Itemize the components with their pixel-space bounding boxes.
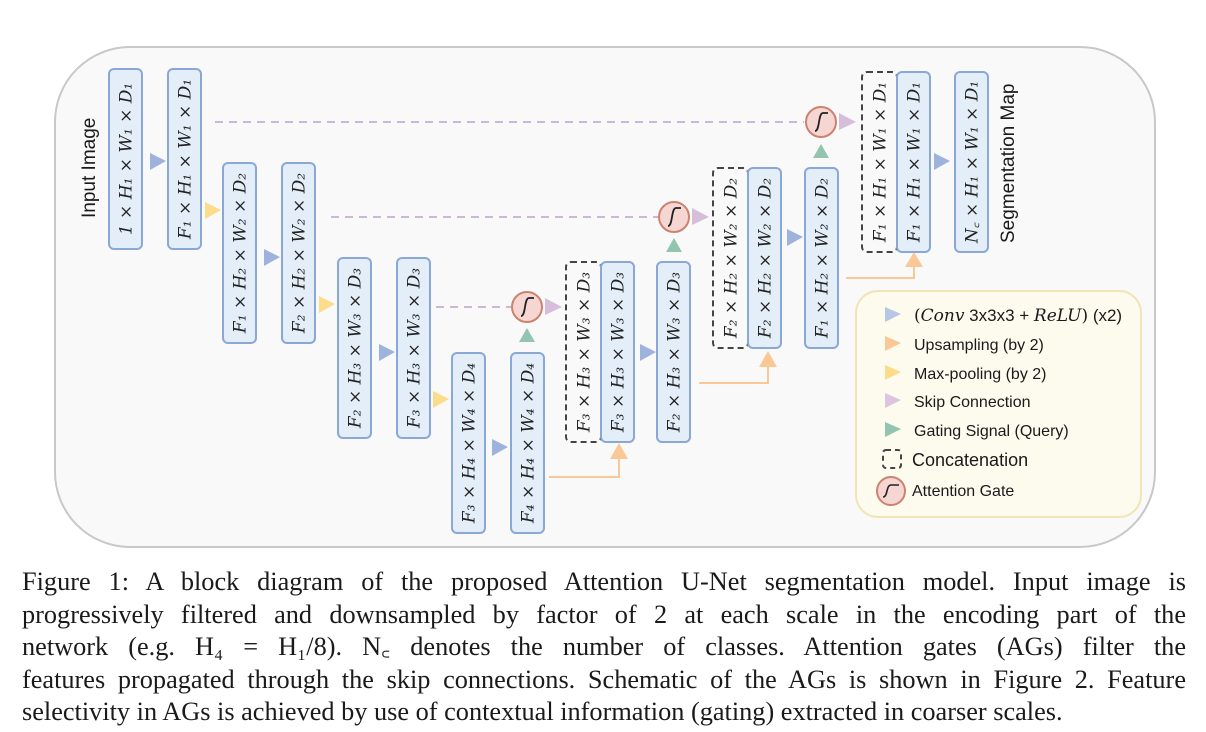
- feature-block: F₁ × H₂ × W₂ × D₂: [804, 167, 839, 349]
- feature-block: F₂ × H₃ × W₃ × D₃: [337, 257, 372, 439]
- block-label: F₁ × H₂ × W₂ × D₂: [231, 173, 251, 334]
- legend-label-attention-gate: Attention Gate: [912, 483, 1014, 500]
- feature-block: F₁ × H₁ × W₁ × D₁: [167, 68, 202, 250]
- caption-line: network (e.g. H₄ = H₁/8). N꜀ denotes the…: [22, 632, 1186, 661]
- attention-gate-icon: [511, 291, 543, 323]
- legend-label-gating: Gating Signal (Query): [914, 423, 1069, 440]
- feature-block: F₂ × H₂ × W₂ × D₂: [281, 162, 316, 344]
- block-label: F₂ × H₂ × W₂ × D₂: [290, 173, 310, 334]
- legend-label-skip: Skip Connection: [914, 394, 1031, 411]
- block-label: F₂ × H₃ × W₃ × D₃: [665, 272, 685, 433]
- legend-label-maxpool: Max-pooling (by 2): [914, 366, 1047, 383]
- caption-line: Figure 1: A block diagram of the propose…: [22, 567, 1186, 596]
- attention-unet-diagram: Input Image Segmentation Map 1 × H₁ × W₁…: [54, 46, 1156, 548]
- legend-label-upsampling: Upsampling (by 2): [914, 337, 1044, 354]
- feature-block: F₁ × H₁ × W₁ × D₁: [896, 71, 931, 253]
- block-label: F₃ × H₃ × W₃ × D₃: [575, 272, 595, 433]
- block-label: F₃ × H₄ × W₄ × D₄: [460, 363, 480, 524]
- feature-block: 1 × H₁ × W₁ × D₁: [108, 68, 143, 250]
- legend-label-concat: Concatenation: [912, 450, 1028, 470]
- segmentation-map-label: Segmentation Map: [998, 84, 1019, 244]
- feature-block: F₃ × H₄ × W₄ × D₄: [451, 352, 486, 534]
- block-label: F₂ × H₃ × W₃ × D₃: [346, 268, 366, 429]
- block-label: F₁ × H₁ × W₁ × D₁: [871, 82, 891, 243]
- caption-line: progressively filtered and downsampled b…: [22, 599, 1186, 629]
- block-label: F₂ × H₂ × W₂ × D₂: [756, 178, 776, 339]
- feature-block: F₁ × H₂ × W₂ × D₂: [222, 162, 257, 344]
- attention-gate-icon: [658, 201, 690, 233]
- feature-block: F₃ × H₃ × W₃ × D₃: [396, 257, 431, 439]
- legend-label-conv: (Conv 3x3x3 + ReLU) (x2): [914, 306, 1122, 326]
- block-label: F₁ × H₁ × W₁ × D₁: [905, 82, 925, 243]
- block-label: F₃ × H₃ × W₃ × D₃: [609, 272, 629, 433]
- feature-block: F₂ × H₂ × W₂ × D₂: [747, 167, 782, 349]
- block-label: F₁ × H₁ × W₁ × D₁: [176, 79, 196, 240]
- caption-line: selectivity in AGs is achieved by use of…: [22, 697, 1063, 726]
- caption-line: features propagated through the skip con…: [22, 664, 1186, 694]
- feature-block: F₂ × H₃ × W₃ × D₃: [656, 261, 691, 443]
- block-label: 1 × H₁ × W₁ × D₁: [117, 83, 137, 235]
- block-label: F₂ × H₂ × W₂ × D₂: [722, 178, 742, 339]
- block-label: F₄ × H₄ × W₄ × D₄: [519, 363, 539, 524]
- legend: (Conv 3x3x3 + ReLU) (x2) Upsampling (by …: [855, 290, 1142, 518]
- input-image-label: Input Image: [79, 118, 100, 218]
- block-label: F₃ × H₃ × W₃ × D₃: [405, 268, 425, 429]
- figure-caption: Figure 1: A block diagram of the propose…: [22, 566, 1186, 729]
- attention-gate-icon: [876, 476, 906, 506]
- feature-block: F₃ × H₃ × W₃ × D₃: [600, 261, 635, 443]
- block-label: N꜀ × H₁ × W₁ × D₁: [963, 81, 983, 244]
- attention-gate-icon: [805, 106, 837, 138]
- feature-block: F₄ × H₄ × W₄ × D₄: [510, 352, 545, 534]
- feature-block: N꜀ × H₁ × W₁ × D₁: [954, 71, 989, 253]
- block-label: F₁ × H₂ × W₂ × D₂: [813, 178, 833, 339]
